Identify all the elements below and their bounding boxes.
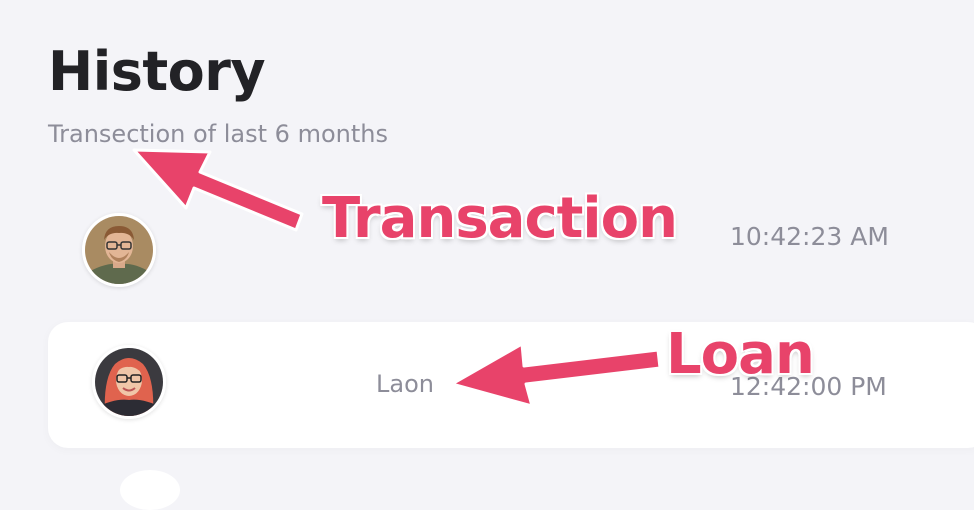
page-title: History <box>48 40 266 103</box>
transaction-time: 10:42:23 AM <box>730 222 889 251</box>
annotation-transaction: Transaction <box>322 186 678 251</box>
transaction-type: Laon <box>376 370 434 398</box>
page-subtitle: Transection of last 6 months <box>48 120 388 148</box>
annotation-loan: Loan <box>666 322 815 387</box>
man-with-glasses-icon <box>85 216 153 284</box>
transaction-row[interactable]: Laon 12:42:00 PM <box>48 322 974 448</box>
avatar <box>92 345 166 419</box>
woman-with-glasses-icon <box>95 348 163 416</box>
avatar <box>82 213 156 287</box>
avatar <box>120 470 180 510</box>
